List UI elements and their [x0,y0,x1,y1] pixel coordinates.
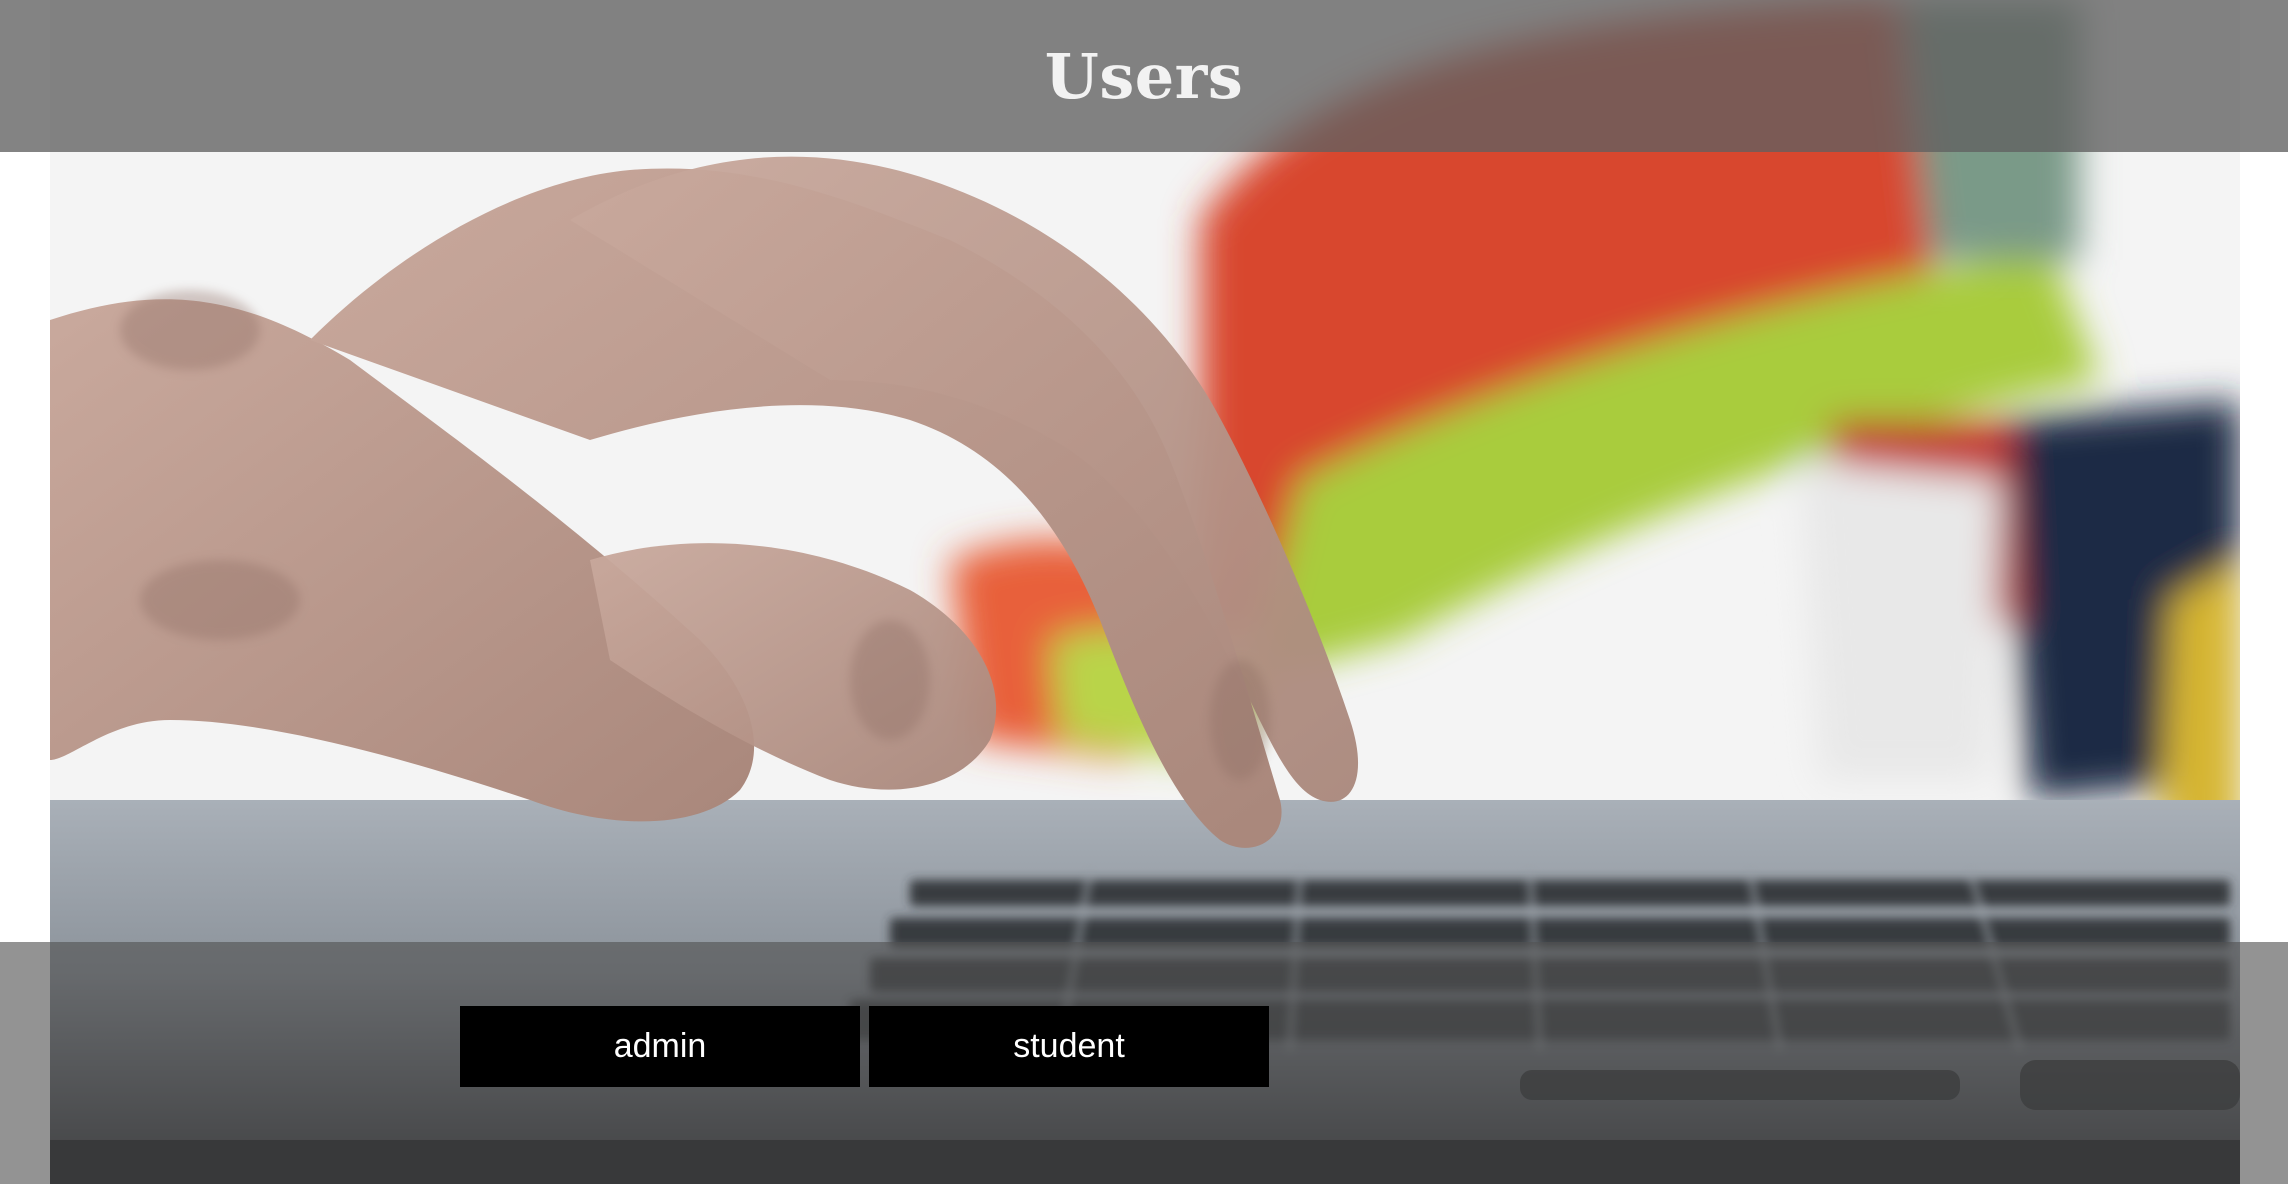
header-bar: Users [0,0,2288,152]
student-button[interactable]: student [869,1006,1269,1087]
role-button-group: admin student [460,1006,1269,1087]
page-title: Users [1044,39,1244,113]
admin-button[interactable]: admin [460,1006,860,1087]
page: Users admin student [0,0,2288,1184]
